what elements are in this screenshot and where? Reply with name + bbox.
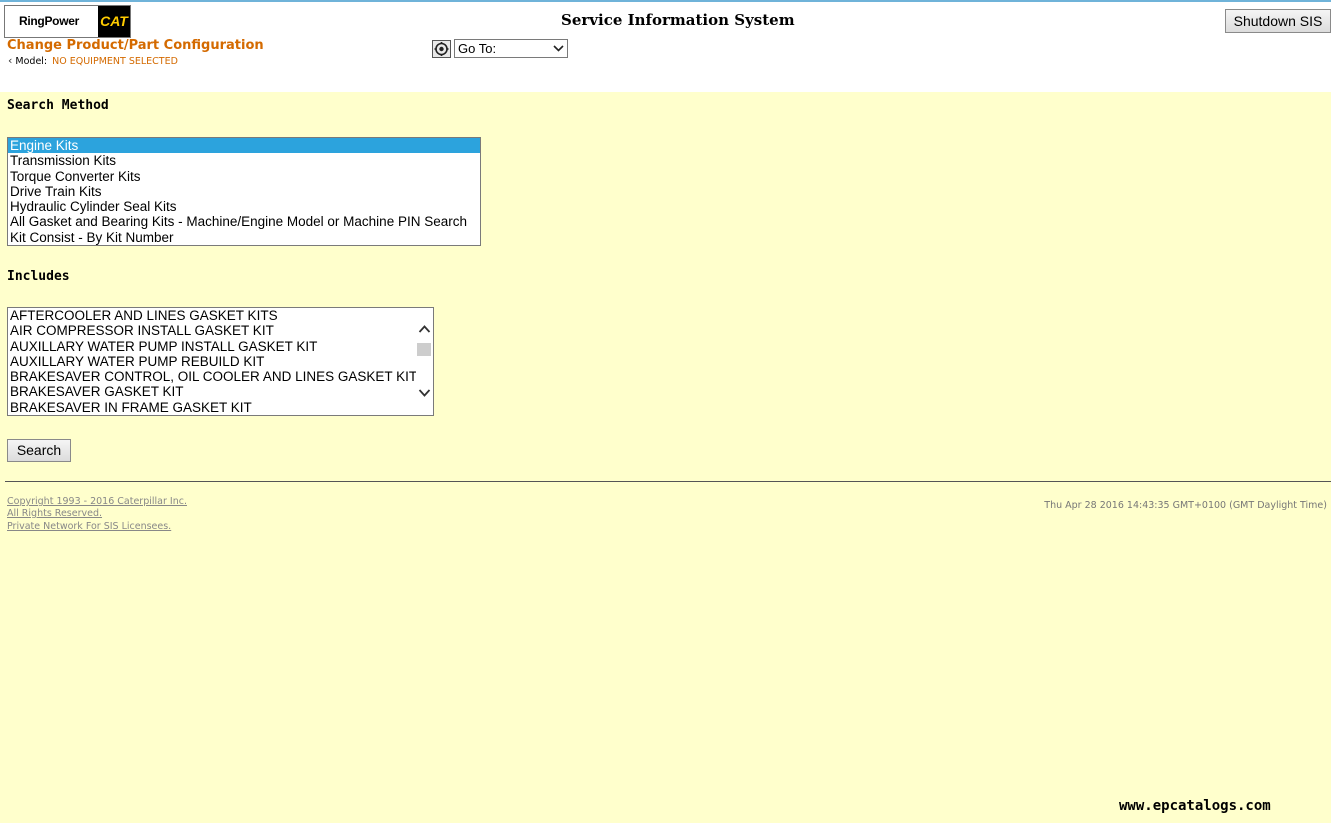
footer-divider bbox=[5, 481, 1331, 482]
includes-listbox[interactable]: AFTERCOOLER AND LINES GASKET KITS AIR CO… bbox=[7, 307, 434, 416]
scroll-up-icon[interactable] bbox=[418, 323, 431, 335]
includes-item[interactable]: AFTERCOOLER AND LINES GASKET KITS bbox=[8, 308, 433, 323]
back-arrow-icon[interactable]: ‹ bbox=[8, 54, 12, 67]
search-method-option[interactable]: Kit Consist - By Kit Number bbox=[8, 230, 480, 245]
search-method-option[interactable]: All Gasket and Bearing Kits - Machine/En… bbox=[8, 214, 480, 229]
go-to-selected-value: Go To: bbox=[458, 41, 497, 56]
go-to-select[interactable]: Go To: bbox=[454, 39, 568, 58]
includes-item[interactable]: AUXILLARY WATER PUMP REBUILD KIT bbox=[8, 354, 433, 369]
model-value: NO EQUIPMENT SELECTED bbox=[52, 56, 178, 67]
watermark-text: www.epcatalogs.com bbox=[1119, 798, 1271, 814]
rights-link[interactable]: All Rights Reserved. bbox=[7, 508, 102, 519]
logo-text: RingPower bbox=[19, 14, 79, 28]
private-network-link[interactable]: Private Network For SIS Licensees. bbox=[7, 521, 171, 532]
includes-heading: Includes bbox=[7, 269, 70, 284]
includes-item[interactable]: BRAKESAVER IN FRAME GASKET KIT bbox=[8, 400, 433, 415]
shutdown-sis-button[interactable]: Shutdown SIS bbox=[1225, 9, 1331, 33]
search-method-option[interactable]: Drive Train Kits bbox=[8, 184, 480, 199]
model-info: ‹ Model: NO EQUIPMENT SELECTED bbox=[8, 54, 178, 67]
includes-item[interactable]: AUXILLARY WATER PUMP INSTALL GASKET KIT bbox=[8, 339, 433, 354]
search-button[interactable]: Search bbox=[7, 439, 71, 462]
search-method-option[interactable]: Engine Kits bbox=[8, 138, 480, 154]
includes-item[interactable]: BRAKESAVER CONTROL, OIL COOLER AND LINES… bbox=[8, 369, 433, 384]
includes-item[interactable]: AIR COMPRESSOR INSTALL GASKET KIT bbox=[8, 323, 433, 338]
search-method-heading: Search Method bbox=[7, 98, 109, 113]
chevron-down-icon bbox=[553, 45, 564, 52]
ring-power-cat-logo: RingPower CAT bbox=[4, 5, 131, 38]
copyright-link[interactable]: Copyright 1993 - 2016 Caterpillar Inc. bbox=[7, 496, 187, 507]
timestamp: Thu Apr 28 2016 14:43:35 GMT+0100 (GMT D… bbox=[1044, 500, 1327, 511]
header-bar: RingPower CAT Service Information System… bbox=[0, 2, 1331, 92]
change-configuration-link[interactable]: Change Product/Part Configuration bbox=[7, 38, 264, 53]
page-title: Service Information System bbox=[561, 11, 795, 29]
includes-item[interactable]: BRAKESAVER GASKET KIT bbox=[8, 384, 433, 399]
gear-cog-icon[interactable] bbox=[432, 40, 451, 58]
includes-scrollbar[interactable] bbox=[416, 308, 433, 415]
model-label: Model: bbox=[15, 56, 48, 67]
search-method-option[interactable]: Hydraulic Cylinder Seal Kits bbox=[8, 199, 480, 214]
scroll-down-icon[interactable] bbox=[418, 387, 431, 399]
cat-logo-mark: CAT bbox=[98, 6, 130, 37]
scroll-thumb[interactable] bbox=[417, 343, 431, 356]
search-method-listbox[interactable]: Engine Kits Transmission Kits Torque Con… bbox=[7, 137, 481, 246]
search-method-option[interactable]: Torque Converter Kits bbox=[8, 169, 480, 184]
search-method-option[interactable]: Transmission Kits bbox=[8, 153, 480, 168]
